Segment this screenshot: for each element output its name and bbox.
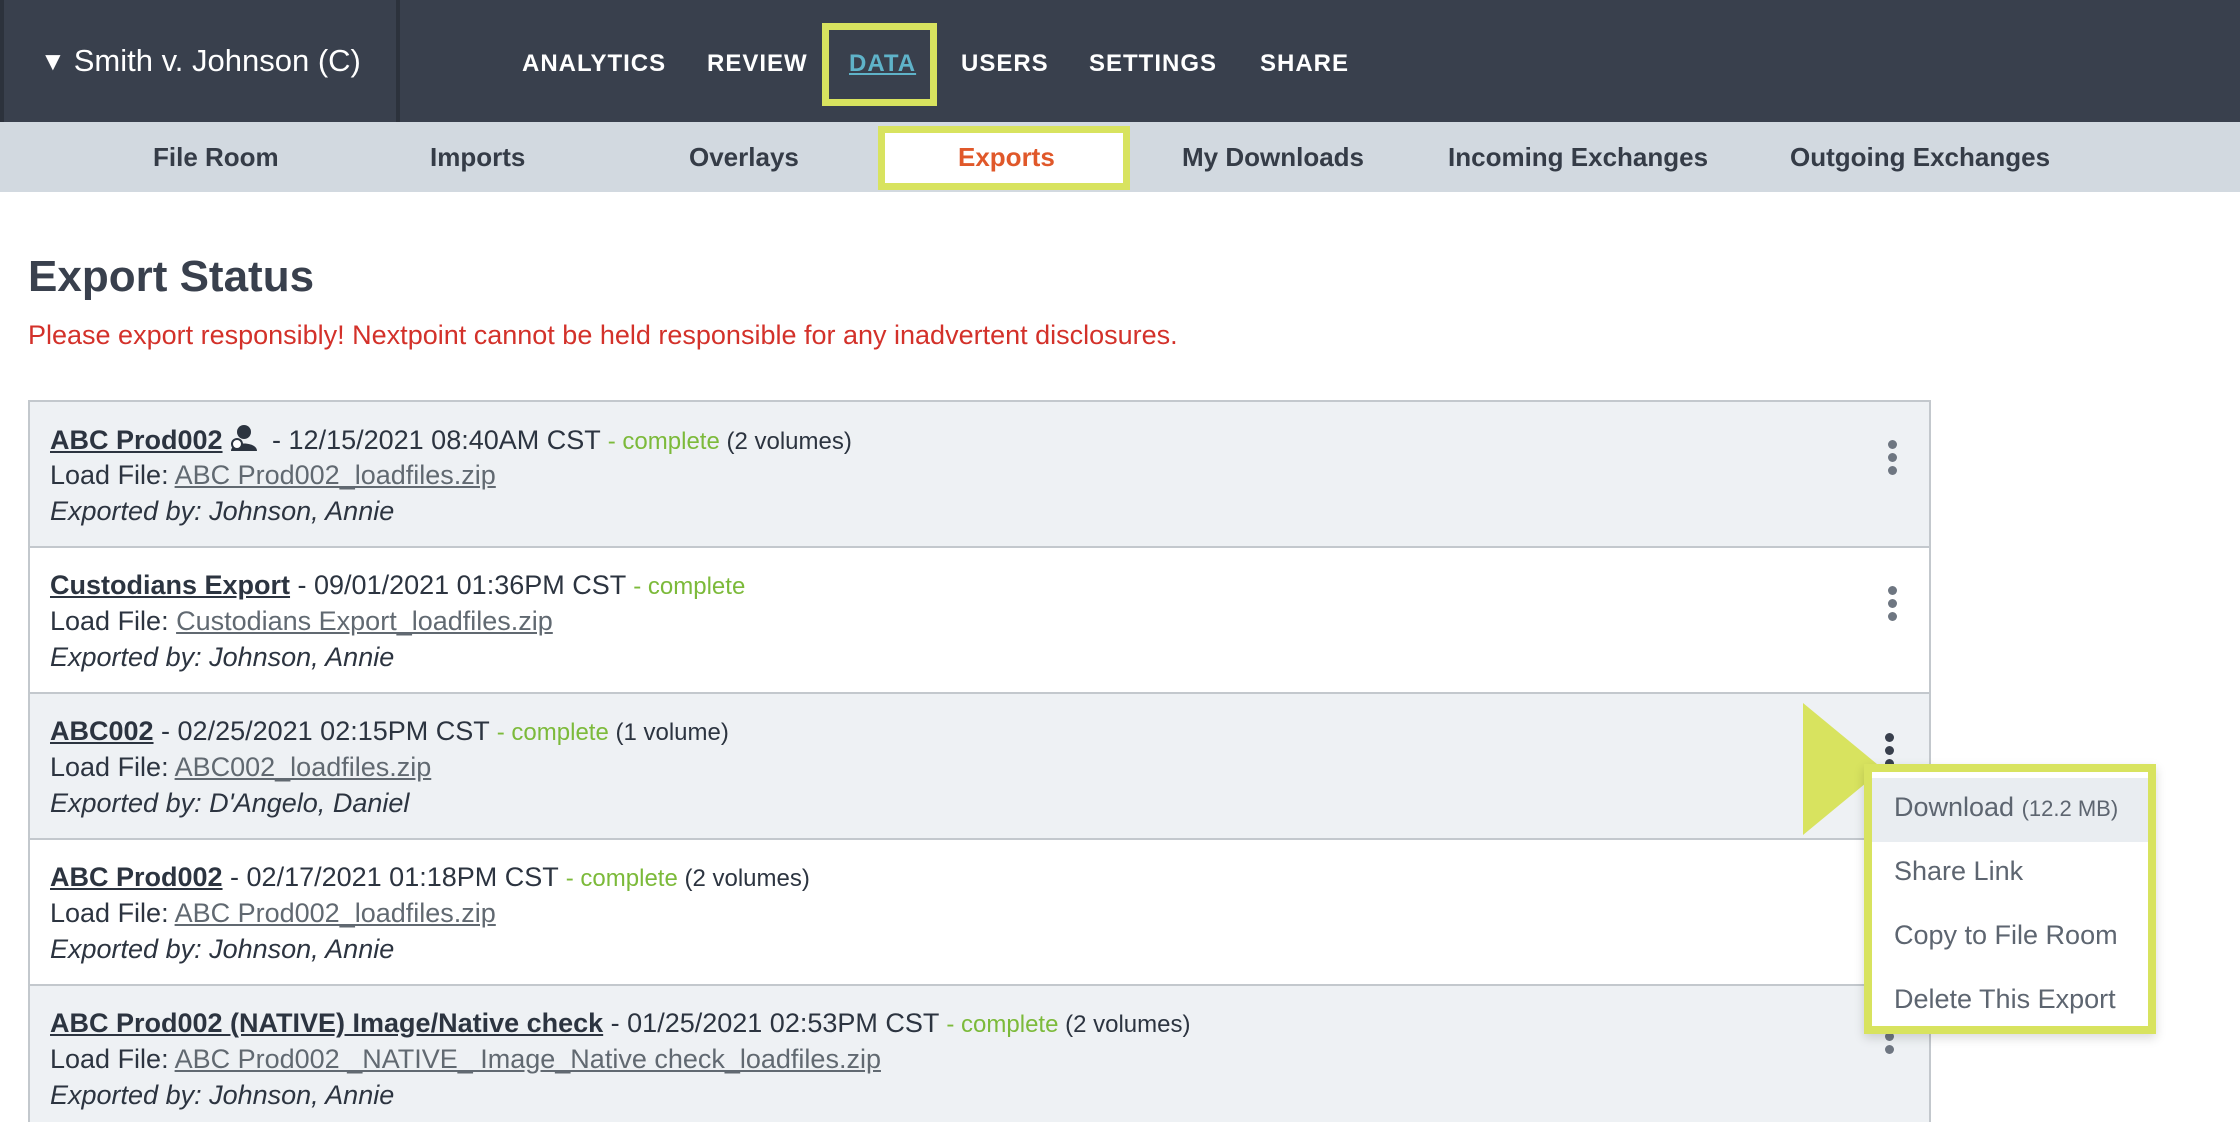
kebab-menu-icon[interactable] [1882,1032,1896,1056]
export-volumes: (2 volumes) [719,428,852,455]
export-warning: Please export responsibly! Nextpoint can… [28,320,1178,350]
download-label[interactable]: Download [1894,792,2014,822]
tab-my-downloads[interactable]: My Downloads [1182,142,1364,173]
export-actions-menu: Download (12.2 MB) Share Link Copy to Fi… [1864,764,2156,1034]
export-volumes: (1 volume) [608,719,729,746]
exported-by: Exported by: Johnson, Annie [50,934,395,964]
export-status: - complete [607,428,720,455]
case-dropdown-icon[interactable]: ▼ [40,46,66,77]
export-datetime: - 12/15/2021 08:40AM CST [264,425,608,455]
export-name-link[interactable]: Custodians Export [50,570,290,600]
export-row: ABC Prod002 - 12/15/2021 08:40AM CST - c… [30,402,1929,548]
export-datetime: - 09/01/2021 01:36PM CST [290,570,634,600]
nav-analytics[interactable]: ANALYTICS [522,50,666,78]
kebab-menu-icon[interactable] [1885,586,1899,626]
export-status: - complete [946,1011,1059,1038]
load-file-label: Load File: [50,898,175,928]
export-name-link[interactable]: ABC Prod002 (NATIVE) Image/Native check [50,1008,603,1038]
export-datetime: - 02/17/2021 01:18PM CST [222,862,566,892]
exported-by: Exported by: Johnson, Annie [50,496,395,526]
export-row: ABC002 - 02/25/2021 02:15PM CST - comple… [30,694,1929,840]
nav-review[interactable]: REVIEW [707,50,808,78]
case-selector[interactable]: ▼ Smith v. Johnson (C) [0,0,400,122]
load-file-label: Load File: [50,460,175,490]
export-status: - complete [633,573,746,600]
person-icon [230,425,257,451]
case-title[interactable]: Smith v. Johnson (C) [74,43,361,79]
tab-outgoing-exchanges[interactable]: Outgoing Exchanges [1790,142,2050,173]
tab-overlays[interactable]: Overlays [689,142,799,173]
kebab-menu-icon[interactable] [1885,440,1899,480]
nav-share[interactable]: SHARE [1260,50,1349,78]
top-bar: ▼ Smith v. Johnson (C) ANALYTICS REVIEW … [0,0,2240,122]
export-name-link[interactable]: ABC Prod002 [50,425,223,455]
load-file-label: Load File: [50,752,175,782]
tab-exports[interactable]: Exports [958,142,1055,173]
export-name-link[interactable]: ABC002 [50,716,154,746]
export-volumes: (2 volumes) [677,865,810,892]
export-status: - complete [565,865,678,892]
load-file-label: Load File: [50,1044,175,1074]
nav-data[interactable]: DATA [849,50,916,78]
export-row: Custodians Export - 09/01/2021 01:36PM C… [30,548,1929,694]
export-volumes: (2 volumes) [1058,1011,1191,1038]
load-file-link[interactable]: Custodians Export_loadfiles.zip [176,606,553,636]
page-title: Export Status [28,252,315,301]
export-datetime: - 01/25/2021 02:53PM CST [603,1008,947,1038]
tab-incoming-exchanges[interactable]: Incoming Exchanges [1448,142,1708,173]
menu-item-download[interactable]: Download (12.2 MB) [1872,778,2148,842]
export-row: ABC Prod002 (NATIVE) Image/Native check … [30,986,1929,1122]
nav-settings[interactable]: SETTINGS [1089,50,1217,78]
load-file-label: Load File: [50,606,177,636]
load-file-link[interactable]: ABC Prod002_loadfiles.zip [175,898,496,928]
tab-imports[interactable]: Imports [430,142,525,173]
menu-item-delete-export[interactable]: Delete This Export [1872,970,2148,1034]
export-status: - complete [496,719,609,746]
tab-file-room[interactable]: File Room [153,142,279,173]
menu-item-share-link[interactable]: Share Link [1872,842,2148,906]
exported-by: Exported by: Johnson, Annie [50,1080,395,1110]
nav-users[interactable]: USERS [961,50,1049,78]
exported-by: Exported by: Johnson, Annie [50,642,395,672]
export-name-link[interactable]: ABC Prod002 [50,862,223,892]
export-row: ABC Prod002 - 02/17/2021 01:18PM CST - c… [30,840,1929,986]
menu-item-copy-to-file-room[interactable]: Copy to File Room [1872,906,2148,970]
load-file-link[interactable]: ABC002_loadfiles.zip [175,752,432,782]
export-datetime: - 02/25/2021 02:15PM CST [153,716,497,746]
exported-by: Exported by: D'Angelo, Daniel [50,788,410,818]
load-file-link[interactable]: ABC Prod002_loadfiles.zip [175,460,496,490]
export-list: ABC Prod002 - 12/15/2021 08:40AM CST - c… [28,400,1931,1122]
load-file-link[interactable]: ABC Prod002 _NATIVE_ Image_Native check_… [175,1044,881,1074]
download-size: (12.2 MB) [2021,796,2119,821]
